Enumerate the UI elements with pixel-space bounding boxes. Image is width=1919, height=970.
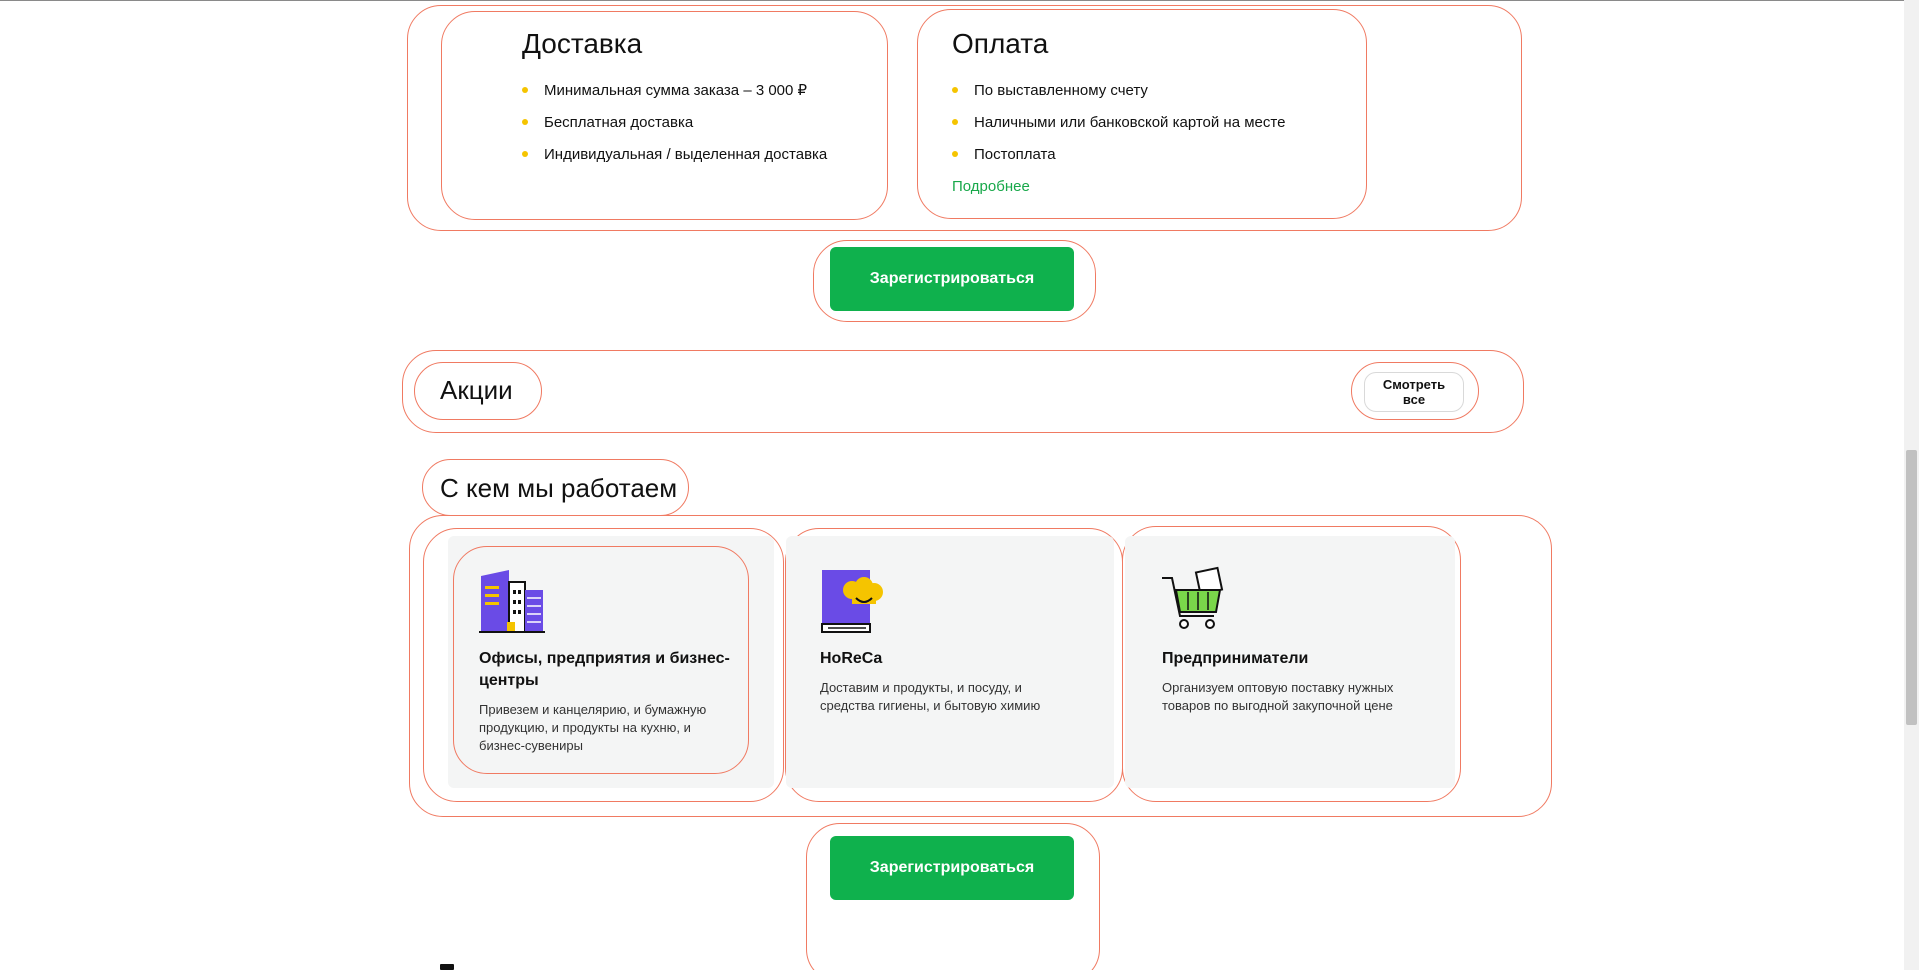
promotions-title: Акции xyxy=(440,375,513,405)
delivery-item: Бесплатная доставка xyxy=(522,114,827,146)
payment-title: Оплата xyxy=(952,28,1049,59)
chef-hat-book-icon xyxy=(821,570,883,633)
delivery-item: Индивидуальная / выделенная доставка xyxy=(522,146,827,178)
payment-item: Постоплата xyxy=(952,146,1285,178)
view-all-button[interactable]: Смотреть все xyxy=(1364,372,1464,412)
register-button-bottom[interactable]: Зарегистрироваться xyxy=(830,836,1074,900)
next-section-title-peek xyxy=(440,964,454,970)
shopping-cart-icon xyxy=(1162,566,1224,629)
tile-offices-title: Офисы, предприятия и бизнес-центры xyxy=(479,650,730,689)
delivery-item: Минимальная сумма заказа – 3 000 ₽ xyxy=(522,82,827,114)
tile-offices-description: Привезем и канцелярию, и бумажную продук… xyxy=(479,702,707,753)
delivery-list: Минимальная сумма заказа – 3 000 ₽ Беспл… xyxy=(522,82,827,178)
tile-entrepreneurs-title: Предприниматели xyxy=(1162,650,1309,667)
payment-item: По выставленному счету xyxy=(952,82,1285,114)
page: Доставка Минимальная сумма заказа – 3 00… xyxy=(0,0,1919,970)
partners-title: С кем мы работаем xyxy=(440,473,678,503)
scrollbar-thumb[interactable] xyxy=(1906,450,1917,725)
payment-list: По выставленному счету Наличными или бан… xyxy=(952,82,1285,178)
tile-entrepreneurs-description: Организуем оптовую поставку нужных товар… xyxy=(1162,680,1394,713)
office-building-icon xyxy=(479,570,545,633)
tile-horeca-title: HoReCa xyxy=(820,650,883,667)
tile-horeca-description: Доставим и продукты, и посуду, и средств… xyxy=(820,680,1041,713)
delivery-title: Доставка xyxy=(522,28,643,59)
payment-more-link[interactable]: Подробнее xyxy=(952,178,1030,195)
payment-item: Наличными или банковской картой на месте xyxy=(952,114,1285,146)
top-border xyxy=(0,0,1919,1)
register-button[interactable]: Зарегистрироваться xyxy=(830,247,1074,311)
